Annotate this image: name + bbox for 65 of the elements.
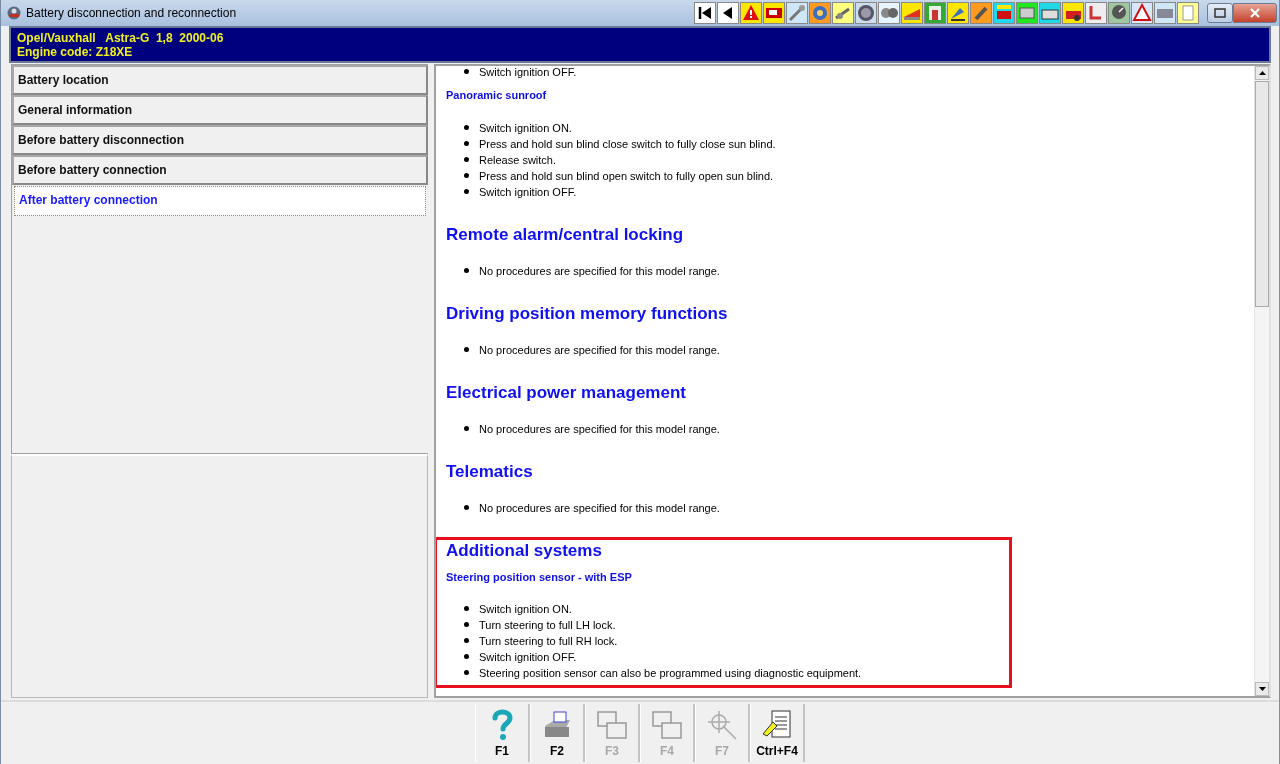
bullet-icon <box>464 189 469 195</box>
warning-icon[interactable] <box>740 1 762 24</box>
down-arrow-icon <box>1258 687 1266 692</box>
menu-item[interactable]: After battery connection <box>14 185 426 216</box>
instruction-text: Switch ignition ON. <box>479 120 572 136</box>
close-icon <box>1249 6 1261 19</box>
instruction-text: Turn steering to full LH lock. <box>479 617 616 633</box>
gauge-icon[interactable] <box>1108 1 1130 24</box>
subsection-heading: Panoramic sunroof <box>446 87 548 102</box>
menu-item[interactable]: Battery location <box>12 64 428 95</box>
section-heading: Electrical power management <box>446 381 687 404</box>
instruction-text: Release switch. <box>479 152 557 168</box>
menu-item[interactable]: Before battery connection <box>12 154 428 185</box>
function-key-button[interactable]: F1 <box>475 704 530 763</box>
instruction-text: No procedures are specified for this model range. <box>479 263 720 279</box>
bullet-icon <box>464 638 469 644</box>
bullet-icon <box>464 141 469 147</box>
up-arrow-icon <box>1258 70 1266 75</box>
instruction-text: Switch ignition OFF. <box>479 184 577 200</box>
restore-button[interactable] <box>1207 2 1233 23</box>
scrollbar-thumb[interactable] <box>1255 80 1269 307</box>
function-key-button[interactable]: Ctrl+F4 <box>750 704 805 763</box>
close-button[interactable] <box>1233 2 1277 23</box>
subsection-heading: Steering position sensor - with ESP <box>446 569 633 584</box>
app-logo-icon <box>7 5 21 20</box>
vehicle-info: Opel/Vauxhall Astra-G 1,8 2000-06 <box>17 30 225 45</box>
bullet-icon <box>464 505 469 511</box>
section-heading: Telematics <box>446 460 534 483</box>
instruction-text: No procedures are specified for this model range. <box>479 342 720 358</box>
wheel-icon[interactable] <box>855 1 877 24</box>
bullet-icon <box>464 125 469 131</box>
first-page-icon[interactable] <box>694 1 716 24</box>
bullet-icon <box>464 347 469 353</box>
instruction-text: Switch ignition OFF. <box>479 65 577 80</box>
section-heading: Additional systems <box>446 539 603 562</box>
previous-icon[interactable] <box>717 1 739 24</box>
instruction-text: Press and hold sun blind close switch to fully close sun blind. <box>479 136 776 152</box>
garage-icon[interactable] <box>924 1 946 24</box>
warning-icon[interactable] <box>1131 1 1153 24</box>
bullet-icon <box>464 157 469 163</box>
bullet-icon <box>464 606 469 612</box>
engine-code: Engine code: Z18XE <box>17 44 134 59</box>
instruction-text: No procedures are specified for this model range. <box>479 500 720 516</box>
instruction-text: Switch ignition ON. <box>479 601 572 617</box>
instruction-text: No procedures are specified for this model range. <box>479 421 720 437</box>
bullet-icon <box>464 654 469 660</box>
section-heading: Remote alarm/central locking <box>446 223 685 246</box>
document-icon[interactable] <box>1177 1 1199 24</box>
instruction-text: Switch ignition OFF. <box>479 649 577 665</box>
bullet-icon <box>464 426 469 432</box>
menu-item[interactable]: General information <box>12 94 428 125</box>
restore-icon <box>1214 7 1226 18</box>
function-key-button[interactable]: F2 <box>530 704 585 763</box>
window-title: Battery disconnection and reconnection <box>26 5 238 20</box>
bullet-icon <box>464 622 469 628</box>
instruction-text: Press and hold sun blind open switch to fully open sun blind. <box>479 168 774 184</box>
instruction-text: Steering position sensor can also be programmed using diagnostic equipment. <box>479 665 862 681</box>
instruction-text: Turn steering to full RH lock. <box>479 633 618 649</box>
scroll-down-button[interactable] <box>1255 682 1269 697</box>
bullet-icon <box>464 173 469 179</box>
section-heading: Driving position memory functions <box>446 302 729 325</box>
bullet-icon <box>464 268 469 274</box>
menu-item[interactable]: Before battery disconnection <box>12 124 428 155</box>
bullet-icon <box>464 670 469 676</box>
scroll-up-button[interactable] <box>1255 65 1269 80</box>
